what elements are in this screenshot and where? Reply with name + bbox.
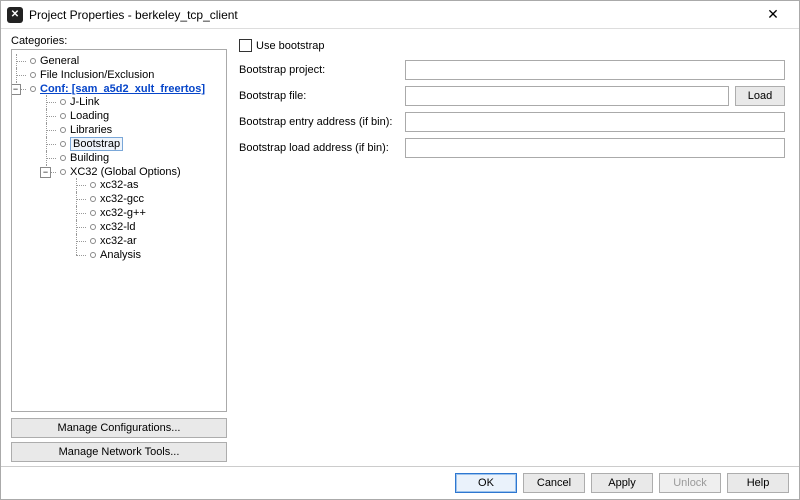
unlock-button[interactable]: Unlock xyxy=(659,473,721,493)
manage-configurations-button[interactable]: Manage Configurations... xyxy=(11,418,227,438)
tree-item-xc32-gcc[interactable]: xc32-gcc xyxy=(76,192,224,206)
cancel-button[interactable]: Cancel xyxy=(523,473,585,493)
window-title: Project Properties - berkeley_tcp_client xyxy=(29,8,753,22)
bootstrap-entry-label: Bootstrap entry address (if bin): xyxy=(239,116,399,128)
project-properties-dialog: ✕ Project Properties - berkeley_tcp_clie… xyxy=(0,0,800,500)
bootstrap-entry-input[interactable] xyxy=(405,112,785,132)
categories-tree[interactable]: General File Inclusion/Exclusion − Conf:… xyxy=(11,49,227,412)
bootstrap-loadaddr-input[interactable] xyxy=(405,138,785,158)
manage-network-tools-button[interactable]: Manage Network Tools... xyxy=(11,442,227,462)
tree-item-xc32-gpp[interactable]: xc32-g++ xyxy=(76,206,224,220)
dialog-footer: OK Cancel Apply Unlock Help xyxy=(1,466,799,499)
categories-label: Categories: xyxy=(11,35,227,47)
tree-item-building[interactable]: Building xyxy=(46,151,224,165)
tree-item-jlink[interactable]: J-Link xyxy=(46,95,224,109)
ok-button[interactable]: OK xyxy=(455,473,517,493)
categories-panel: Categories: General File Inclusion/Exclu… xyxy=(11,35,227,462)
help-button[interactable]: Help xyxy=(727,473,789,493)
tree-item-libraries[interactable]: Libraries xyxy=(46,123,224,137)
tree-item-general[interactable]: General xyxy=(16,54,224,68)
bootstrap-file-input[interactable] xyxy=(405,86,729,106)
bootstrap-file-label: Bootstrap file: xyxy=(239,90,399,102)
tree-item-xc32-ar[interactable]: xc32-ar xyxy=(76,234,224,248)
expander-icon[interactable]: − xyxy=(11,84,21,95)
tree-item-loading[interactable]: Loading xyxy=(46,109,224,123)
load-button[interactable]: Load xyxy=(735,86,785,106)
expander-icon[interactable]: − xyxy=(40,167,51,178)
tree-item-file-inclusion[interactable]: File Inclusion/Exclusion xyxy=(16,68,224,82)
apply-button[interactable]: Apply xyxy=(591,473,653,493)
close-icon[interactable]: ✕ xyxy=(753,2,793,28)
tree-item-analysis[interactable]: Analysis xyxy=(76,248,224,262)
tree-item-xc32-ld[interactable]: xc32-ld xyxy=(76,220,224,234)
bootstrap-settings-panel: Use bootstrap Bootstrap project: Bootstr… xyxy=(235,35,789,462)
app-icon: ✕ xyxy=(7,7,23,23)
use-bootstrap-checkbox[interactable] xyxy=(239,39,252,52)
tree-item-bootstrap[interactable]: Bootstrap xyxy=(46,137,224,151)
titlebar: ✕ Project Properties - berkeley_tcp_clie… xyxy=(1,1,799,29)
tree-item-xc32-as[interactable]: xc32-as xyxy=(76,178,224,192)
bootstrap-project-input[interactable] xyxy=(405,60,785,80)
tree-item-xc32[interactable]: − XC32 (Global Options) xc32-as xc32-gcc… xyxy=(46,165,224,263)
tree-item-conf[interactable]: − Conf: [sam_a5d2_xult_freertos] J-Link … xyxy=(16,82,224,264)
use-bootstrap-label: Use bootstrap xyxy=(256,40,324,52)
bootstrap-project-label: Bootstrap project: xyxy=(239,64,399,76)
bootstrap-loadaddr-label: Bootstrap load address (if bin): xyxy=(239,142,399,154)
